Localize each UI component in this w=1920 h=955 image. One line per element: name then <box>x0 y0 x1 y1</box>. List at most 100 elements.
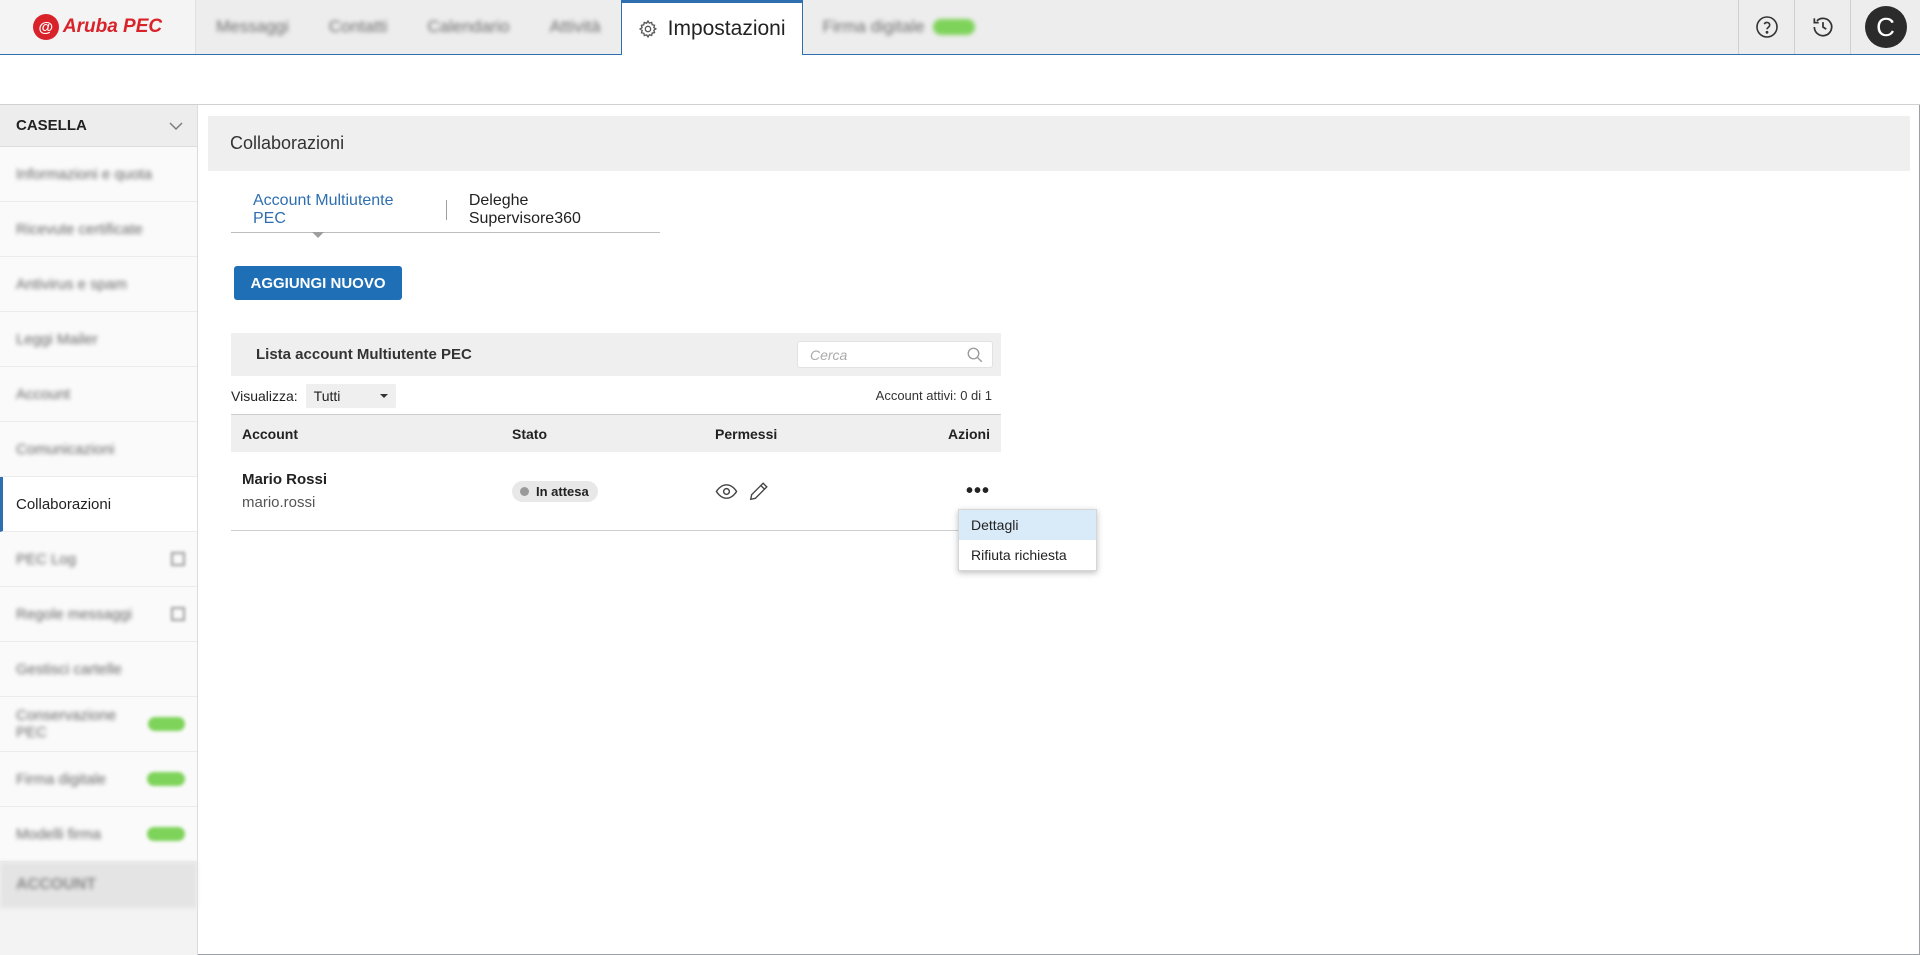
column-header-azioni: Azioni <box>948 425 990 442</box>
filter-row: Visualizza: Tutti Account attivi: 0 di 1 <box>231 383 1001 408</box>
sidebar-section-account[interactable]: ACCOUNT <box>0 862 197 908</box>
search-box[interactable] <box>797 341 993 368</box>
nav-contatti[interactable]: Contatti <box>309 0 408 54</box>
gear-icon <box>638 19 657 39</box>
sidebar-item-label: Account <box>16 385 71 403</box>
account-cell: Mario Rossi mario.rossi <box>231 471 512 511</box>
sidebar-item-conservazione[interactable]: Conservazione PEC <box>0 697 197 752</box>
sidebar-item-ricevute[interactable]: Ricevute certificate <box>0 202 197 257</box>
add-new-button[interactable]: AGGIUNGI NUOVO <box>234 266 402 300</box>
external-link-icon <box>171 607 185 621</box>
menu-item-rifiuta-richiesta[interactable]: Rifiuta richiesta <box>959 540 1096 570</box>
brand-logo[interactable]: @ Aruba PEC <box>0 0 196 54</box>
settings-sidebar: CASELLA Informazioni e quota Ricevute ce… <box>0 105 198 955</box>
sidebar-item-collaborazioni[interactable]: Collaborazioni <box>0 477 197 532</box>
new-badge <box>147 827 185 841</box>
top-right-tools: C <box>1738 0 1920 54</box>
nav-messaggi[interactable]: Messaggi <box>196 0 309 54</box>
sidebar-item-pec-log[interactable]: PEC Log <box>0 532 197 587</box>
permission-icons <box>715 480 935 503</box>
new-badge <box>932 19 975 35</box>
sidebar-item-label: Antivirus e spam <box>16 275 127 293</box>
table-row: Mario Rossi mario.rossi In attesa ••• <box>231 452 1001 531</box>
sub-toolbar <box>0 55 1920 105</box>
account-username: mario.rossi <box>242 494 316 511</box>
new-badge <box>147 772 185 786</box>
filter-control: Visualizza: Tutti <box>231 383 396 408</box>
account-name: Mario Rossi <box>242 471 328 488</box>
nav-firma-label: Firma digitale <box>822 17 925 36</box>
search-icon[interactable] <box>966 346 984 364</box>
status-dot-icon <box>520 486 529 496</box>
sidebar-section-title: CASELLA <box>16 117 87 134</box>
eye-icon[interactable] <box>715 480 738 503</box>
column-header-account: Account <box>242 425 298 442</box>
sidebar-item-label: Firma digitale <box>16 770 107 788</box>
active-accounts-count: Account attivi: 0 di 1 <box>875 388 992 403</box>
list-header: Lista account Multiutente PEC <box>231 333 1001 376</box>
nav-impostazioni-label: Impostazioni <box>667 17 786 40</box>
main-nav: Messaggi Contatti Calendario Attività Im… <box>196 0 995 55</box>
sidebar-item-label: Comunicazioni <box>16 440 115 458</box>
sidebar-item-informazioni[interactable]: Informazioni e quota <box>0 147 197 202</box>
sidebar-item-comunicazioni[interactable]: Comunicazioni <box>0 422 197 477</box>
sidebar-item-regole[interactable]: Regole messaggi <box>0 587 197 642</box>
sidebar-item-label: Modelli firma <box>16 825 102 843</box>
sidebar-item-firma[interactable]: Firma digitale <box>0 752 197 807</box>
active-tab-indicator <box>312 232 324 238</box>
tab-account-multiutente[interactable]: Account Multiutente PEC <box>231 192 446 227</box>
filter-value: Tutti <box>313 387 341 404</box>
list-title: Lista account Multiutente PEC <box>256 346 472 363</box>
table-header: Account Stato Permessi Azioni <box>231 414 1001 452</box>
sidebar-item-label: Regole messaggi <box>16 605 132 623</box>
sidebar-item-label: PEC Log <box>16 550 77 568</box>
status-label: In attesa <box>536 483 589 499</box>
main-content: Collaborazioni Account Multiutente PEC D… <box>208 116 1910 531</box>
row-actions-menu: Dettagli Rifiuta richiesta <box>958 509 1097 571</box>
accounts-table: Account Stato Permessi Azioni Mario Ross… <box>231 414 1001 531</box>
aruba-logo-icon: @ <box>32 14 59 40</box>
nav-impostazioni[interactable]: Impostazioni <box>620 0 803 55</box>
tab-bar: Account Multiutente PEC Deleghe Supervis… <box>231 188 660 233</box>
menu-item-dettagli[interactable]: Dettagli <box>959 510 1096 540</box>
history-icon <box>1812 17 1832 37</box>
top-bar: @ Aruba PEC Messaggi Contatti Calendario… <box>0 0 1920 55</box>
nav-calendario[interactable]: Calendario <box>407 0 529 54</box>
history-button[interactable] <box>1794 0 1850 54</box>
chevron-down-icon <box>169 122 183 130</box>
sidebar-item-mailer[interactable]: Leggi Mailer <box>0 312 197 367</box>
external-link-icon <box>171 552 185 566</box>
filter-select[interactable]: Tutti <box>305 383 396 408</box>
tab-deleghe-supervisore[interactable]: Deleghe Supervisore360 <box>447 192 660 227</box>
column-header-stato: Stato <box>512 425 547 442</box>
page-title: Collaborazioni <box>208 116 1910 171</box>
more-actions-button[interactable]: ••• <box>966 480 990 502</box>
sidebar-item-antivirus[interactable]: Antivirus e spam <box>0 257 197 312</box>
permissions-cell <box>715 480 935 503</box>
status-badge: In attesa <box>512 480 598 502</box>
caret-down-icon <box>379 393 388 398</box>
nav-firma-digitale[interactable]: Firma digitale <box>803 0 995 54</box>
search-input[interactable] <box>810 346 960 363</box>
sidebar-item-modelli[interactable]: Modelli firma <box>0 807 197 862</box>
sidebar-section-casella[interactable]: CASELLA <box>0 105 197 147</box>
sidebar-item-label: Gestisci cartelle <box>16 660 122 678</box>
user-menu[interactable]: C <box>1850 0 1920 54</box>
sidebar-item-cartelle[interactable]: Gestisci cartelle <box>0 642 197 697</box>
actions-cell: ••• <box>935 480 1001 503</box>
sidebar-item-label: Collaborazioni <box>16 495 112 513</box>
new-badge <box>147 717 185 731</box>
sidebar-item-label: Leggi Mailer <box>16 330 98 348</box>
sidebar-item-label: Informazioni e quota <box>16 165 152 183</box>
status-cell: In attesa <box>512 480 715 502</box>
avatar: C <box>1864 6 1907 48</box>
nav-attivita[interactable]: Attività <box>530 0 621 54</box>
help-button[interactable] <box>1738 0 1794 54</box>
brand-name: Aruba PEC <box>62 16 163 37</box>
help-icon <box>1755 16 1778 38</box>
sidebar-item-account[interactable]: Account <box>0 367 197 422</box>
sidebar-item-label: Ricevute certificate <box>16 220 143 238</box>
pencil-icon[interactable] <box>748 480 770 502</box>
filter-label: Visualizza: <box>231 387 298 404</box>
sidebar-item-label: Conservazione PEC <box>16 707 117 741</box>
